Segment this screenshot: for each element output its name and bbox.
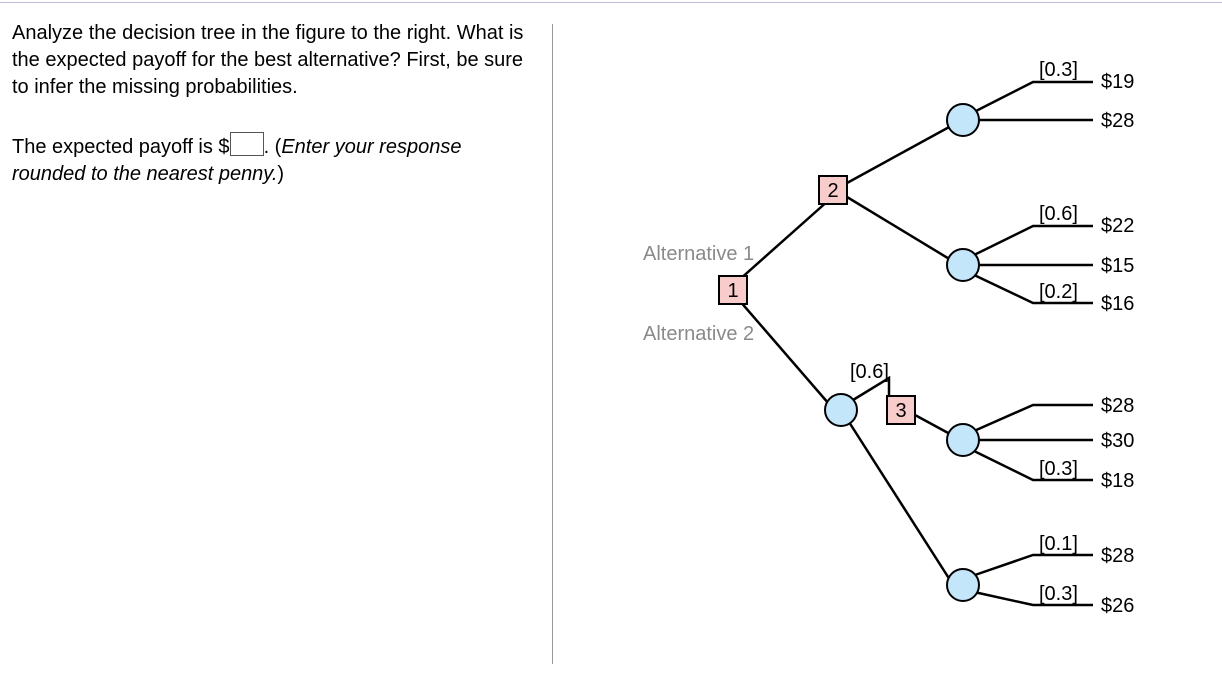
payoff-c3a-1: $28	[1101, 395, 1134, 417]
decision-tree-figure: 1 2 3 Alternative 1 Alternative 2 [0.3] …	[553, 20, 1213, 680]
prob-c2b-3: [0.2]	[1039, 281, 1078, 303]
chance-node-alt2	[825, 394, 857, 426]
chance-node-c2a	[947, 104, 979, 136]
branch-c2b-1	[972, 226, 1093, 256]
alt1-label: Alternative 1	[643, 243, 754, 265]
payoff-cbot-1: $28	[1101, 545, 1134, 567]
payoff-c3a-3: $18	[1101, 470, 1134, 492]
payoff-cbot-2: $26	[1101, 595, 1134, 617]
question-prompt: Analyze the decision tree in the figure …	[12, 20, 532, 101]
chance-node-c2b	[947, 249, 979, 281]
payoff-c2b-3: $16	[1101, 293, 1134, 315]
branch-alt1	[739, 200, 829, 280]
payoff-c2b-2: $15	[1101, 255, 1134, 277]
branch-alt2	[739, 300, 829, 404]
decision-node-2-label: 2	[827, 180, 838, 202]
prob-cbot-2: [0.3]	[1039, 583, 1078, 605]
prob-c2b-1: [0.6]	[1039, 203, 1078, 225]
payoff-c2a-2: $28	[1101, 110, 1134, 132]
prob-c2a-1: [0.3]	[1039, 59, 1078, 81]
branch-c3a-1	[974, 405, 1093, 431]
branch-c2a-1	[972, 82, 1093, 113]
prob-alt2-upper: [0.6]	[850, 361, 889, 383]
tree-panel: 1 2 3 Alternative 1 Alternative 2 [0.3] …	[553, 20, 1210, 678]
horizontal-rule	[0, 2, 1222, 3]
answer-input[interactable]	[230, 132, 264, 156]
payoff-c3a-2: $30	[1101, 430, 1134, 452]
answer-close: )	[277, 163, 284, 185]
answer-lead: The expected payoff is $	[12, 136, 230, 158]
prob-cbot-1: [0.1]	[1039, 533, 1078, 555]
decision-node-3-label: 3	[895, 400, 906, 422]
question-panel: Analyze the decision tree in the figure …	[12, 20, 552, 678]
payoff-c2b-1: $22	[1101, 215, 1134, 237]
chance-node-cbot	[947, 569, 979, 601]
answer-line: The expected payoff is $. (Enter your re…	[12, 129, 532, 188]
page-container: Analyze the decision tree in the figure …	[0, 0, 1222, 678]
decision-node-1-label: 1	[727, 280, 738, 302]
branch-alt2-lower	[849, 422, 950, 580]
branch-3-right	[915, 415, 950, 434]
branch-2-lower	[847, 197, 951, 260]
answer-tail: . (	[264, 136, 282, 158]
chance-node-c3a	[947, 424, 979, 456]
payoff-c2a-1: $19	[1101, 71, 1134, 93]
branch-2-upper	[847, 126, 951, 183]
alt2-label: Alternative 2	[643, 323, 754, 345]
prob-c3a-3: [0.3]	[1039, 458, 1078, 480]
branch-cbot-1	[972, 555, 1093, 576]
